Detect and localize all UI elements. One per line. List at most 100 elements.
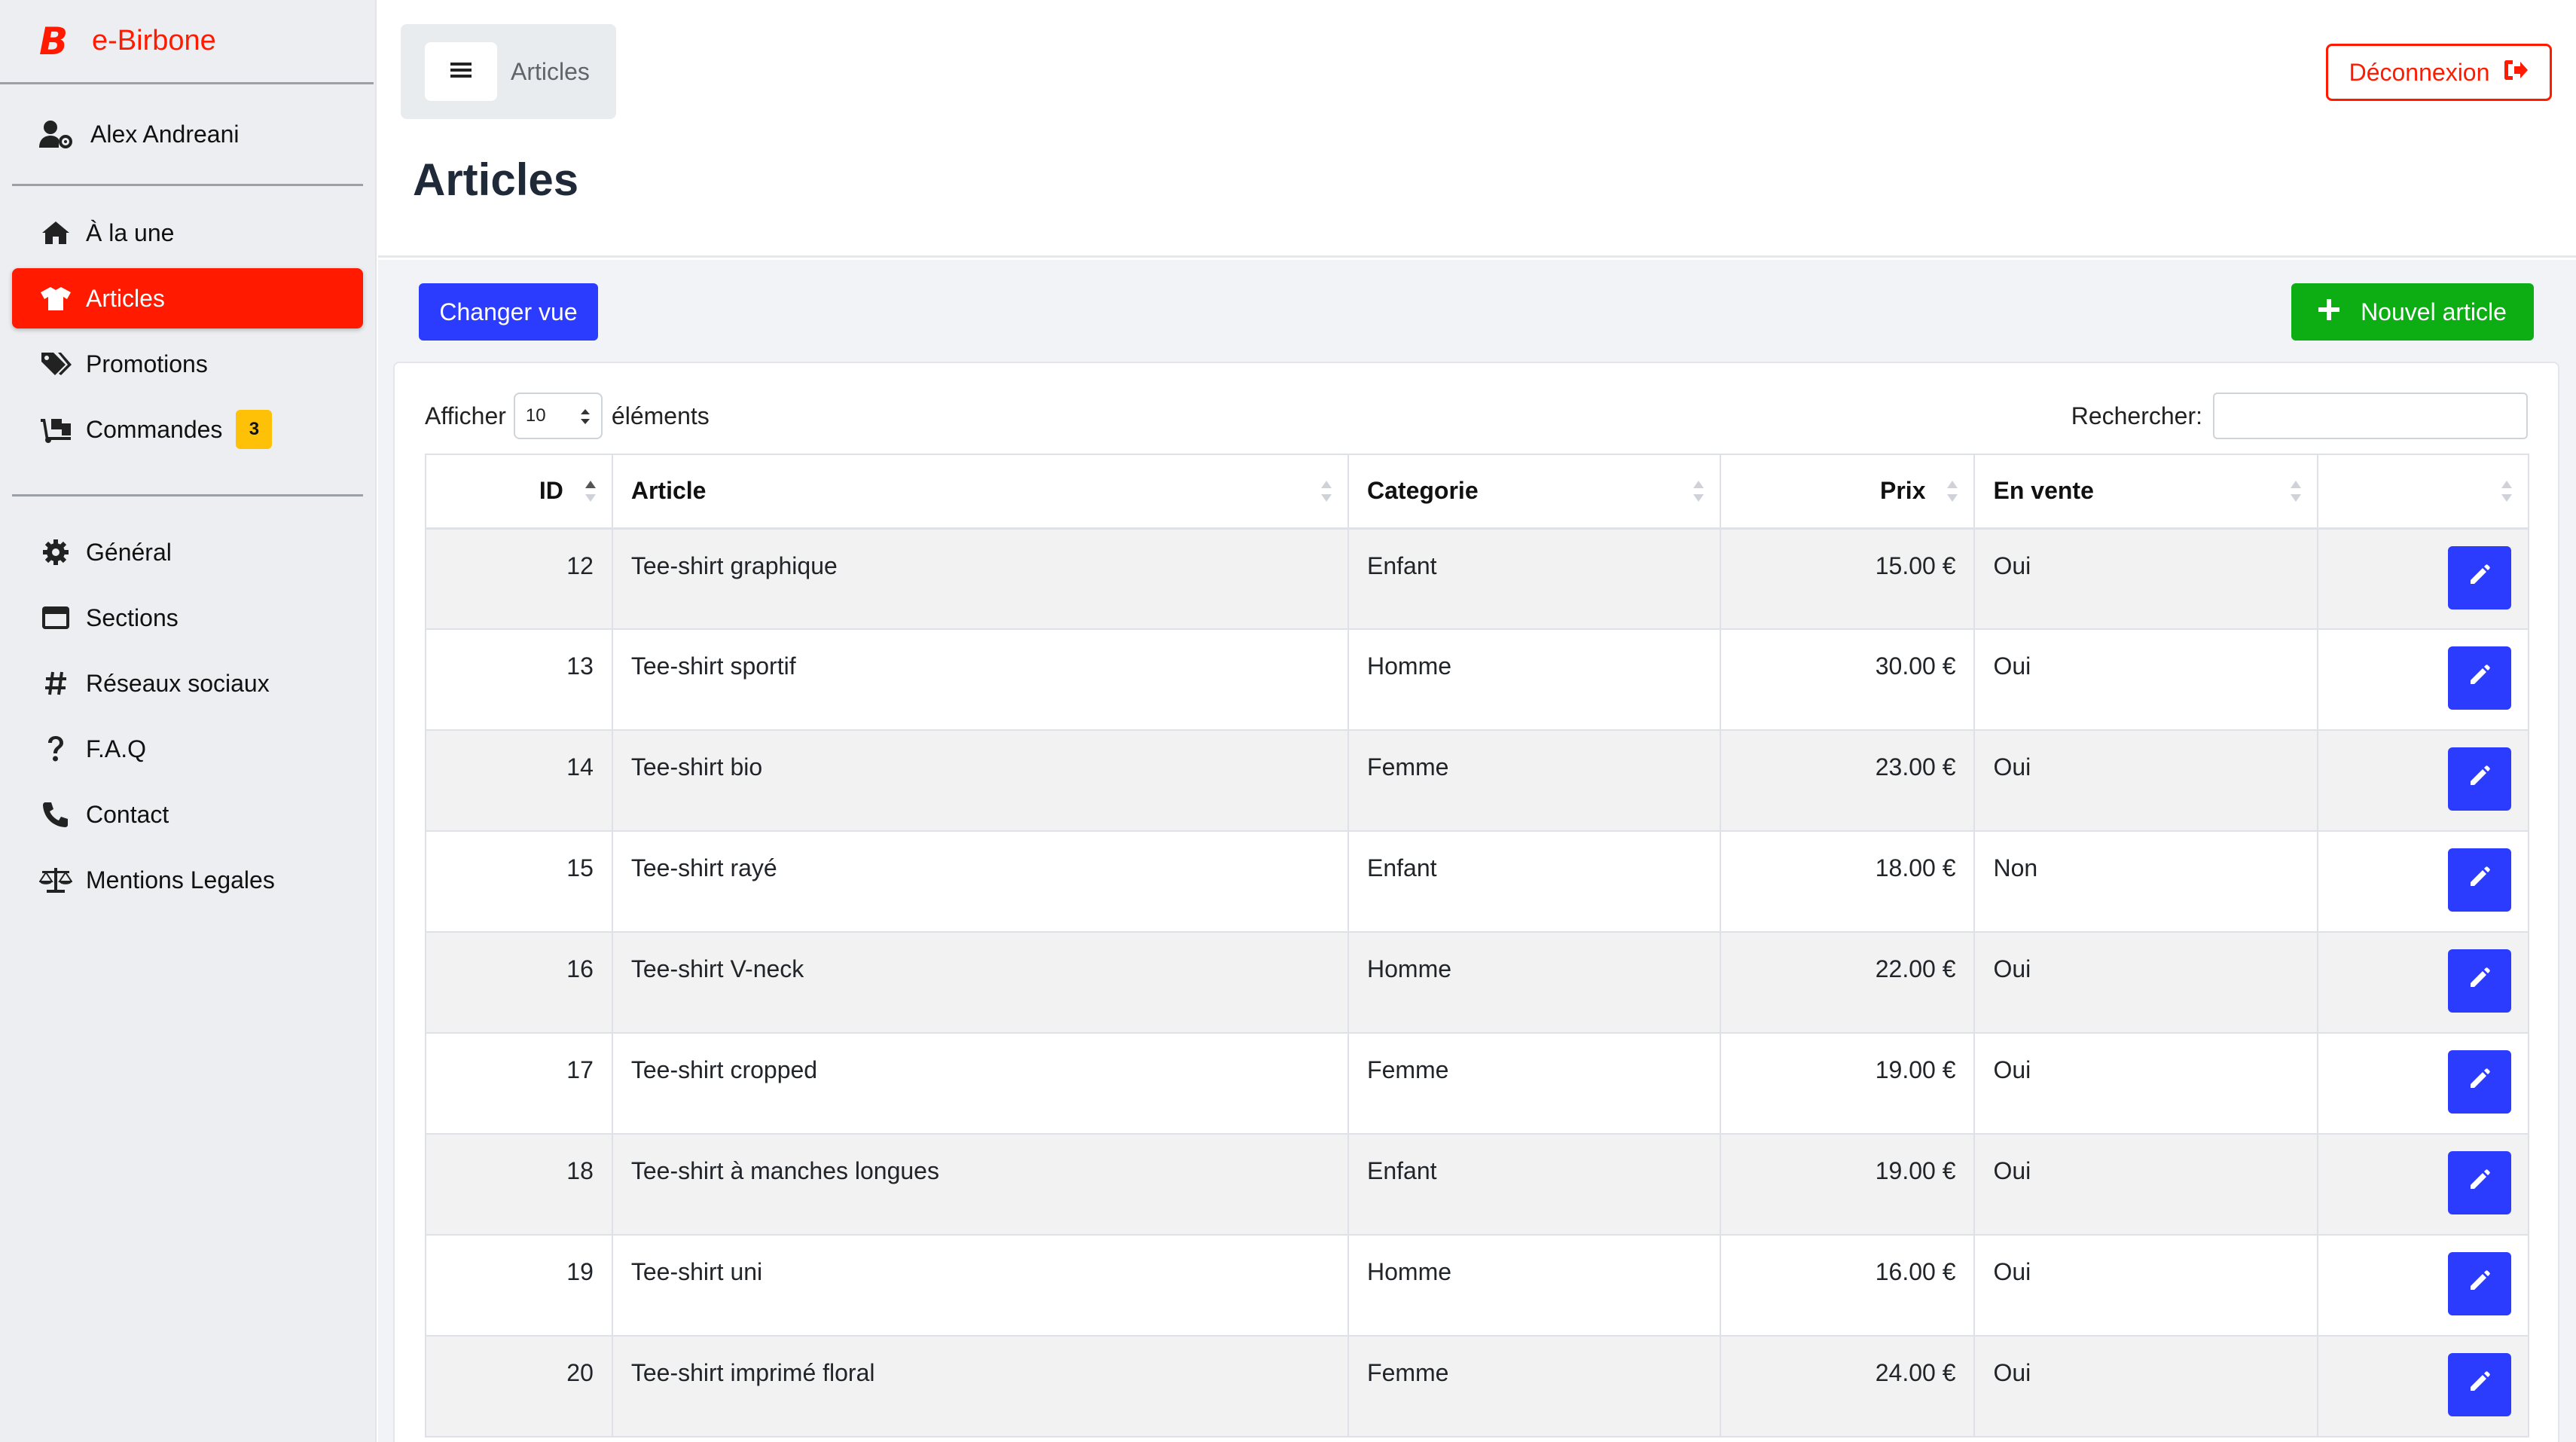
page-length-value: 10 xyxy=(525,405,546,426)
cell-actions xyxy=(2317,729,2529,832)
edit-button[interactable] xyxy=(2448,545,2511,609)
sidebar-item-label: Commandes xyxy=(86,415,223,443)
articles-card: Afficher 10 éléments Rechercher: ID Arti… xyxy=(393,362,2559,1442)
cog-icon xyxy=(39,537,72,567)
sidebar-item-faq[interactable]: F.A.Q xyxy=(12,719,363,779)
cell-en-vente: Oui xyxy=(1973,628,2319,731)
sidebar-divider xyxy=(12,494,363,496)
column-header-article[interactable]: Article xyxy=(611,454,1350,530)
cell-actions xyxy=(2317,527,2529,630)
search-input[interactable] xyxy=(2213,393,2528,439)
cell-en-vente: Oui xyxy=(1973,527,2319,630)
sidebar-item-label: À la une xyxy=(86,218,175,246)
cell-actions xyxy=(2317,1234,2529,1337)
breadcrumb: Articles xyxy=(401,24,616,119)
page-length-prefix: Afficher xyxy=(425,402,506,429)
sidebar-item-label: Contact xyxy=(86,800,169,828)
edit-button[interactable] xyxy=(2448,1252,2511,1315)
sidebar-item-contact[interactable]: Contact xyxy=(12,784,363,845)
table-header-row: ID Article Categorie Prix En vente xyxy=(425,454,2529,530)
cell-prix: 23.00 € xyxy=(1719,729,1976,832)
sidebar-item-label: Promotions xyxy=(86,350,208,377)
orders-count-badge: 3 xyxy=(236,410,273,449)
sidebar-item-label: Réseaux sociaux xyxy=(86,669,270,697)
sidebar-item-a-la-une[interactable]: À la une xyxy=(12,203,363,263)
sign-out-icon xyxy=(2503,59,2529,87)
sidebar-item-commandes[interactable]: Commandes 3 xyxy=(12,399,363,460)
edit-button[interactable] xyxy=(2448,1050,2511,1114)
tags-icon xyxy=(39,349,72,379)
cell-article: Tee-shirt imprimé floral xyxy=(611,1335,1350,1437)
plus-icon xyxy=(2318,298,2340,326)
pencil-icon xyxy=(2468,866,2491,894)
cell-article: Tee-shirt sportif xyxy=(611,628,1350,731)
user-profile[interactable]: Alex Andreani xyxy=(12,84,363,186)
cell-prix: 24.00 € xyxy=(1719,1335,1976,1437)
cell-categorie: Femme xyxy=(1348,729,1721,832)
sidebar-item-general[interactable]: Général xyxy=(12,522,363,582)
table-row: 20 Tee-shirt imprimé floral Femme 24.00 … xyxy=(425,1335,2529,1437)
logout-button[interactable]: Déconnexion xyxy=(2326,44,2552,101)
sidebar-toggle-button[interactable] xyxy=(425,42,497,101)
cell-prix: 22.00 € xyxy=(1719,931,1976,1034)
brand[interactable]: B e-Birbone xyxy=(0,0,374,84)
page-length-control: Afficher 10 éléments xyxy=(425,392,710,440)
cell-id: 18 xyxy=(425,1133,613,1236)
hashtag-icon xyxy=(39,668,72,698)
cell-actions xyxy=(2317,1133,2529,1236)
cell-prix: 18.00 € xyxy=(1719,830,1976,933)
cell-id: 20 xyxy=(425,1335,613,1437)
sidebar-item-sections[interactable]: Sections xyxy=(12,588,363,648)
table-row: 17 Tee-shirt cropped Femme 19.00 € Oui xyxy=(425,1032,2529,1135)
edit-button[interactable] xyxy=(2448,747,2511,811)
cell-id: 19 xyxy=(425,1234,613,1337)
table-row: 19 Tee-shirt uni Homme 16.00 € Oui xyxy=(425,1234,2529,1337)
cell-categorie: Enfant xyxy=(1348,527,1721,630)
user-name: Alex Andreani xyxy=(90,120,240,148)
table-tools: Afficher 10 éléments Rechercher: xyxy=(425,392,2528,440)
sidebar-item-articles[interactable]: Articles xyxy=(12,268,363,328)
pencil-icon xyxy=(2468,1169,2491,1197)
cell-article: Tee-shirt cropped xyxy=(611,1032,1350,1135)
cell-en-vente: Non xyxy=(1973,830,2319,933)
pencil-icon xyxy=(2468,664,2491,692)
table-row: 16 Tee-shirt V-neck Homme 22.00 € Oui xyxy=(425,931,2529,1034)
question-icon xyxy=(39,734,72,764)
cell-id: 13 xyxy=(425,628,613,731)
pencil-icon xyxy=(2468,1068,2491,1096)
sidebar-item-reseaux-sociaux[interactable]: Réseaux sociaux xyxy=(12,653,363,713)
column-header-categorie[interactable]: Categorie xyxy=(1348,454,1721,530)
edit-button[interactable] xyxy=(2448,646,2511,710)
sort-icon xyxy=(1692,479,1705,509)
sort-icon xyxy=(2290,479,2302,509)
cell-id: 16 xyxy=(425,931,613,1034)
column-header-prix[interactable]: Prix xyxy=(1719,454,1976,530)
sidebar-item-mentions-legales[interactable]: Mentions Legales xyxy=(12,850,363,910)
cell-actions xyxy=(2317,1335,2529,1437)
edit-button[interactable] xyxy=(2448,949,2511,1013)
cell-en-vente: Oui xyxy=(1973,931,2319,1034)
content-area: Changer vue Nouvel article Afficher 10 é… xyxy=(378,260,2576,1442)
user-cog-icon xyxy=(39,119,72,149)
new-article-button[interactable]: Nouvel article xyxy=(2291,283,2534,341)
cell-categorie: Homme xyxy=(1348,931,1721,1034)
column-header-id[interactable]: ID xyxy=(425,454,613,530)
window-icon xyxy=(39,603,72,633)
pencil-icon xyxy=(2468,967,2491,995)
change-view-button[interactable]: Changer vue xyxy=(419,283,598,341)
page-length-select[interactable]: 10 xyxy=(513,393,603,439)
cell-article: Tee-shirt rayé xyxy=(611,830,1350,933)
table-row: 12 Tee-shirt graphique Enfant 15.00 € Ou… xyxy=(425,527,2529,630)
cell-prix: 30.00 € xyxy=(1719,628,1976,731)
column-header-en-vente[interactable]: En vente xyxy=(1973,454,2319,530)
pencil-icon xyxy=(2468,1269,2491,1298)
home-icon xyxy=(39,218,72,248)
edit-button[interactable] xyxy=(2448,848,2511,912)
sidebar-item-label: F.A.Q xyxy=(86,735,147,762)
cell-article: Tee-shirt V-neck xyxy=(611,931,1350,1034)
sidebar-item-label: Général xyxy=(86,538,172,566)
edit-button[interactable] xyxy=(2448,1353,2511,1416)
sidebar-item-promotions[interactable]: Promotions xyxy=(12,334,363,394)
column-header-actions[interactable] xyxy=(2317,454,2529,530)
edit-button[interactable] xyxy=(2448,1151,2511,1214)
